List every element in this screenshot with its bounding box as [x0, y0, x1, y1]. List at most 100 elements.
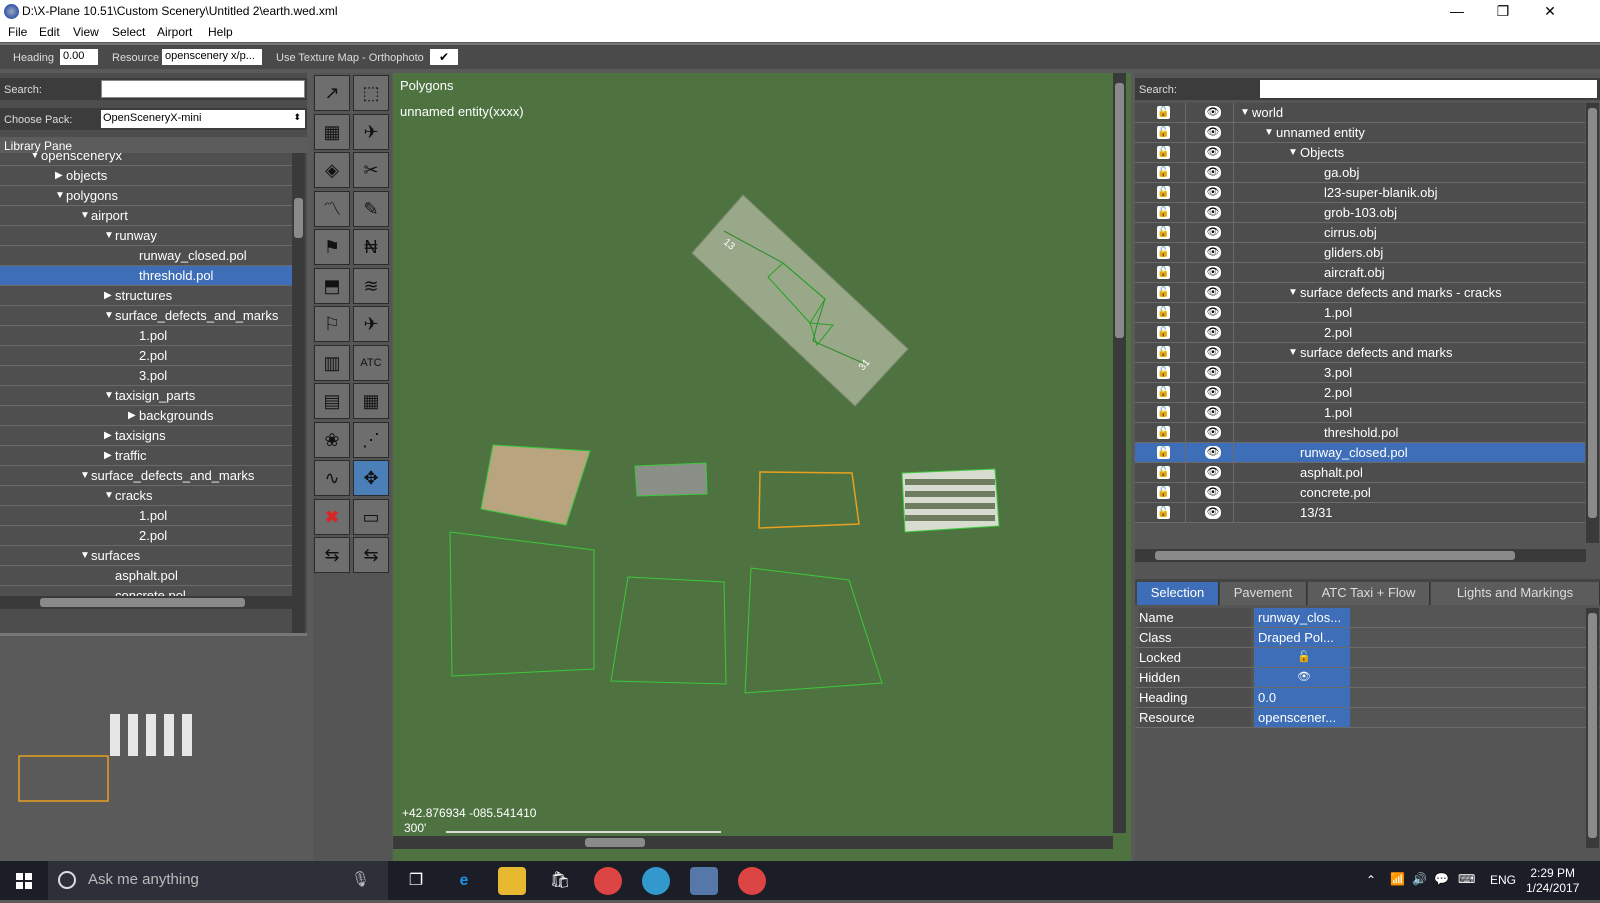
hierarchy-row[interactable]: 🔓 👁 asphalt.pol — [1135, 463, 1585, 483]
hierarchy-row[interactable]: 🔓 👁 cirrus.obj — [1135, 223, 1585, 243]
restore-button[interactable]: ❐ — [1480, 0, 1526, 23]
ramp-start-icon[interactable]: ✈ — [353, 306, 389, 342]
hierarchy-row[interactable]: 🔓 👁 2.pol — [1135, 383, 1585, 403]
library-row[interactable]: ▶ backgrounds — [0, 406, 292, 426]
visibility-eye-icon[interactable]: 👁 — [1205, 466, 1221, 479]
lock-icon[interactable]: 🔓 — [1157, 226, 1170, 239]
library-row[interactable]: ▶ traffic — [0, 446, 292, 466]
concrete-polygon[interactable] — [480, 444, 591, 526]
library-row[interactable]: 1.pol — [0, 326, 292, 346]
lock-icon[interactable]: 🔓 — [1157, 306, 1170, 319]
hierarchy-row[interactable]: 🔓 👁 3.pol — [1135, 363, 1585, 383]
forest-tool-icon[interactable]: ❀ — [314, 421, 350, 458]
lock-icon[interactable]: 🔓 — [1157, 486, 1170, 499]
asphalt-polygon[interactable] — [634, 462, 708, 497]
library-row[interactable]: ▼ surface_defects_and_marks — [0, 466, 292, 486]
lock-icon[interactable]: 🔓 — [1157, 406, 1170, 419]
defects-polygon[interactable] — [744, 567, 883, 694]
rect-select-icon[interactable]: ⬚ — [353, 75, 389, 111]
lock-icon[interactable]: 🔓 — [1157, 166, 1170, 179]
hierarchy-row[interactable]: 🔓 👁 gliders.obj — [1135, 243, 1585, 263]
string-tool-icon[interactable]: ⋰ — [353, 421, 389, 458]
hierarchy-row[interactable]: 🔓 👁 13/31 — [1135, 503, 1585, 523]
library-row[interactable]: threshold.pol — [0, 266, 292, 286]
map-horizontal-scrollbar[interactable] — [393, 836, 1113, 849]
hierarchy-row[interactable]: 🔓 👁 concrete.pol — [1135, 483, 1585, 503]
choose-pack-select[interactable]: OpenSceneryX-mini ⬍ — [101, 110, 305, 128]
visibility-eye-icon[interactable]: 👁 — [1205, 166, 1221, 179]
expanded-triangle-icon[interactable]: ▼ — [30, 153, 40, 165]
library-row[interactable]: 2.pol — [0, 346, 292, 366]
visibility-eye-icon[interactable]: 👁 — [1205, 266, 1221, 279]
library-horizontal-scrollbar[interactable] — [0, 596, 292, 609]
lock-icon[interactable]: 🔓 — [1157, 266, 1170, 279]
library-row[interactable]: ▼ surfaces — [0, 546, 292, 566]
hierarchy-horizontal-scrollbar[interactable] — [1135, 549, 1586, 562]
library-row[interactable]: ▼ runway — [0, 226, 292, 246]
hierarchy-row[interactable]: 🔓 👁 ▼ surface defects and marks — [1135, 343, 1585, 363]
menu-edit[interactable]: Edit — [39, 25, 60, 39]
hierarchy-row[interactable]: 🔓 👁 ▼ world — [1135, 103, 1585, 123]
library-row[interactable]: 3.pol — [0, 366, 292, 386]
atc-tool-icon[interactable]: ATC — [353, 344, 389, 381]
menu-help[interactable]: Help — [208, 25, 233, 39]
hierarchy-row[interactable]: 🔓 👁 grob-103.obj — [1135, 203, 1585, 223]
collapsed-triangle-icon[interactable]: ▶ — [55, 166, 63, 185]
expanded-triangle-icon[interactable]: ▼ — [80, 206, 90, 225]
visibility-eye-icon[interactable]: 👁 — [1205, 346, 1221, 359]
expanded-triangle-icon[interactable]: ▼ — [1264, 123, 1274, 142]
taskbar-search[interactable]: Ask me anything 🎙 — [48, 861, 388, 900]
visibility-eye-icon[interactable]: 👁 — [1205, 506, 1221, 519]
hierarchy-hscroll-thumb[interactable] — [1155, 551, 1515, 560]
runway-tool-icon[interactable]: ▦ — [314, 113, 350, 150]
library-scroll-thumb[interactable] — [294, 198, 303, 238]
library-row[interactable]: ▼ taxisign_parts — [0, 386, 292, 406]
file-explorer-icon[interactable] — [498, 867, 526, 895]
visibility-eye-icon[interactable]: 👁 — [1205, 146, 1221, 159]
minimize-button[interactable]: — — [1434, 0, 1480, 23]
edge-browser-icon[interactable]: e — [450, 867, 478, 895]
property-value[interactable]: 0.0 — [1254, 688, 1350, 707]
hierarchy-row[interactable]: 🔓 👁 l23-super-blanik.obj — [1135, 183, 1585, 203]
menu-select[interactable]: Select — [112, 25, 145, 39]
property-value[interactable]: 👁 — [1254, 668, 1350, 687]
windsock-tool-icon[interactable]: ≋ — [353, 267, 389, 304]
lock-icon[interactable]: 🔓 — [1157, 366, 1170, 379]
blank-tool-icon[interactable]: ▭ — [353, 498, 389, 535]
cracks-polygon-2[interactable] — [610, 576, 727, 685]
building-tool-icon[interactable]: ▦ — [353, 383, 389, 419]
library-row[interactable]: ▼ airport — [0, 206, 292, 226]
visibility-eye-icon[interactable]: 👁 — [1205, 226, 1221, 239]
library-search-input[interactable] — [101, 80, 305, 98]
heading-field[interactable]: 0.00 — [60, 49, 98, 65]
lock-icon[interactable]: 🔓 — [1157, 126, 1170, 139]
tab-lights-markings[interactable]: Lights and Markings — [1431, 582, 1600, 605]
tower-tool-icon[interactable]: ⚐ — [314, 306, 350, 342]
expanded-triangle-icon[interactable]: ▼ — [104, 486, 114, 505]
visibility-eye-icon[interactable]: 👁 — [1205, 206, 1221, 219]
expanded-triangle-icon[interactable]: ▼ — [104, 306, 114, 325]
visibility-eye-icon[interactable]: 👁 — [1205, 366, 1221, 379]
props-scroll-thumb[interactable] — [1588, 613, 1597, 838]
library-row[interactable]: ▶ taxisigns — [0, 426, 292, 446]
steam-icon[interactable] — [642, 867, 670, 895]
lock-icon[interactable]: 🔓 — [1157, 146, 1170, 159]
lock-icon[interactable]: 🔓 — [1157, 326, 1170, 339]
map-vscroll-thumb[interactable] — [1115, 83, 1124, 338]
library-hscroll-thumb[interactable] — [40, 598, 245, 607]
property-value[interactable]: 🔓 — [1254, 648, 1350, 667]
expanded-triangle-icon[interactable]: ▼ — [104, 386, 114, 405]
chrome-icon[interactable] — [594, 867, 622, 895]
hierarchy-row[interactable]: 🔓 👁 2.pol — [1135, 323, 1585, 343]
resource-field[interactable]: openscenery x/p... — [162, 49, 262, 65]
hierarchy-row[interactable]: 🔓 👁 runway_closed.pol — [1135, 443, 1585, 463]
flow-tool-icon[interactable]: ⇆ — [353, 537, 389, 573]
chevron-up-icon[interactable]: ⌃ — [1366, 873, 1376, 887]
close-button[interactable]: ✕ — [1527, 0, 1573, 23]
visibility-eye-icon[interactable]: 👁 — [1205, 406, 1221, 419]
route-tool-icon[interactable]: ⇆ — [314, 537, 350, 573]
visibility-eye-icon[interactable]: 👁 — [1205, 386, 1221, 399]
visibility-eye-icon[interactable]: 👁 — [1205, 486, 1221, 499]
library-row[interactable]: ▶ objects — [0, 166, 292, 186]
library-row[interactable]: ▼ polygons — [0, 186, 292, 206]
